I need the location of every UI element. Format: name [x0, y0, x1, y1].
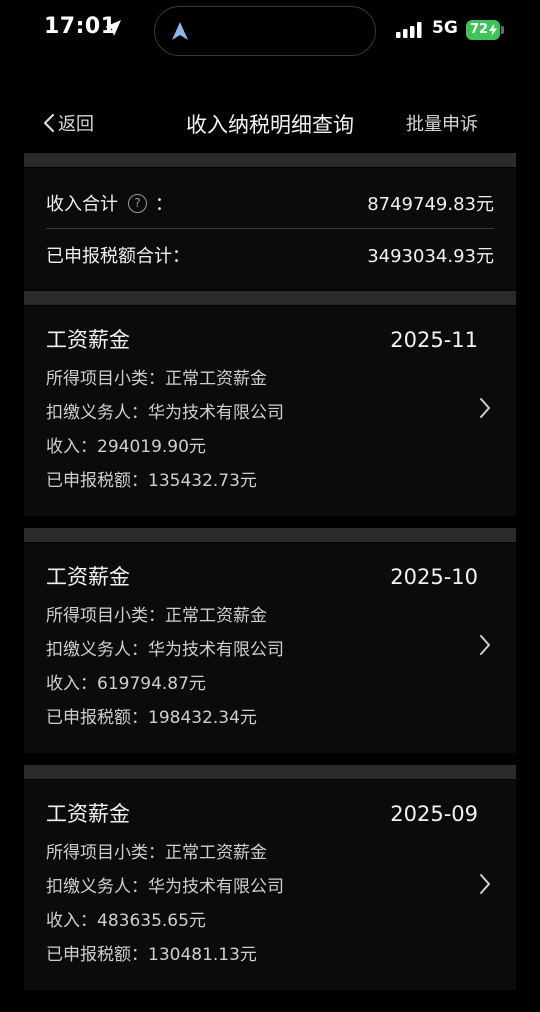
record-withholder: 扣缴义务人：华为技术有限公司: [46, 640, 284, 660]
record-withholder: 扣缴义务人：华为技术有限公司: [46, 877, 284, 897]
record-income: 收入：619794.87元: [46, 674, 206, 694]
chevron-right-icon: [480, 635, 490, 655]
record-item[interactable]: 工资薪金 2025-10 所得项目小类：正常工资薪金 扣缴义务人：华为技术有限公…: [24, 543, 516, 753]
record-income: 收入：483635.65元: [46, 911, 206, 931]
tax-total-row: 已申报税额合计： 3493034.93元: [46, 242, 494, 268]
record-title: 工资薪金: [46, 328, 130, 352]
summary-divider: [46, 228, 494, 229]
record-item[interactable]: 工资薪金 2025-11 所得项目小类：正常工资薪金 扣缴义务人：华为技术有限公…: [24, 306, 516, 516]
charging-bolt-icon: [489, 24, 497, 36]
network-type: 5G: [432, 18, 458, 38]
record-item[interactable]: 工资薪金 2025-09 所得项目小类：正常工资薪金 扣缴义务人：华为技术有限公…: [24, 780, 516, 990]
help-icon[interactable]: ?: [128, 193, 147, 213]
section-divider: [24, 528, 516, 542]
record-tax: 已申报税额：135432.73元: [46, 471, 257, 491]
navigation-arrow-icon: [172, 22, 188, 40]
status-bar: 17:01 5G 72: [0, 0, 540, 62]
record-period: 2025-09: [390, 802, 478, 826]
record-income: 收入：294019.90元: [46, 437, 206, 457]
section-divider: [24, 291, 516, 305]
tax-total-label: 已申报税额合计：: [46, 246, 190, 267]
record-tax: 已申报税额：198432.34元: [46, 708, 257, 728]
income-total-value: 8749749.83元: [367, 194, 494, 215]
section-divider: [24, 153, 516, 167]
location-arrow-icon: [105, 20, 121, 36]
battery-cap: [501, 26, 504, 34]
section-divider: [24, 765, 516, 779]
record-period: 2025-10: [390, 565, 478, 589]
batch-appeal-button[interactable]: 批量申诉: [406, 110, 478, 136]
dynamic-island: [154, 6, 376, 56]
record-title: 工资薪金: [46, 565, 130, 589]
income-total-colon: ：: [155, 194, 173, 215]
record-period: 2025-11: [390, 328, 478, 352]
tax-total-value: 3493034.93元: [367, 246, 494, 267]
record-tax: 已申报税额：130481.13元: [46, 945, 257, 965]
chevron-right-icon: [480, 874, 490, 894]
signal-icon: [396, 22, 422, 38]
income-total-label: 收入合计: [46, 194, 118, 215]
record-subcategory: 所得项目小类：正常工资薪金: [46, 369, 267, 389]
summary-card: 收入合计 ? ： 8749749.83元 已申报税额合计： 3493034.93…: [24, 168, 516, 290]
record-title: 工资薪金: [46, 802, 130, 826]
chevron-right-icon: [480, 398, 490, 418]
record-subcategory: 所得项目小类：正常工资薪金: [46, 843, 267, 863]
nav-bar: 返回 收入纳税明细查询 批量申诉: [0, 98, 540, 148]
record-subcategory: 所得项目小类：正常工资薪金: [46, 606, 267, 626]
income-total-row: 收入合计 ? ： 8749749.83元: [46, 190, 494, 216]
battery-icon: 72: [466, 20, 504, 40]
record-withholder: 扣缴义务人：华为技术有限公司: [46, 403, 284, 423]
